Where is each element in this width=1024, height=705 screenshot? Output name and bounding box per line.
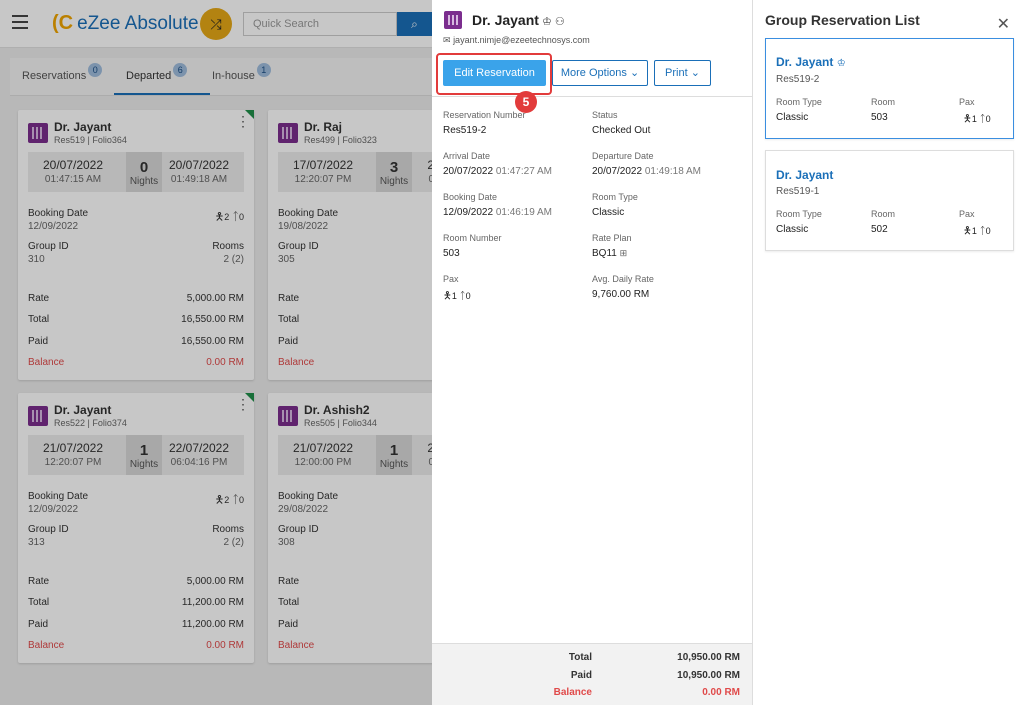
rate-plan-field: Rate Plan BQ11 ⊞ <box>592 233 632 259</box>
pax-count: 🯅1 ᛏ0 <box>963 226 991 237</box>
guest-email: ✉ jayant.nimje@ezeetechnosys.com <box>443 35 590 45</box>
package-icon[interactable]: ⊞ <box>620 248 628 258</box>
room-number: 502 <box>871 224 888 235</box>
adult-icon: 🯅 <box>443 291 452 302</box>
room-type-label: Room Type <box>776 209 822 219</box>
room-label: Room <box>871 209 896 219</box>
booking-date-field: Booking Date 12/09/2022 01:46:19 AM <box>443 192 552 218</box>
pax-field: Pax 🯅1 ᛏ0 <box>443 274 471 302</box>
room-type: Classic <box>776 112 809 123</box>
pax-label: Pax <box>959 209 975 219</box>
highlight-box <box>436 53 552 95</box>
room-type: Classic <box>776 224 809 235</box>
print-button[interactable]: Print ⌄ <box>654 60 711 86</box>
group-reservation-card[interactable]: Dr. Jayant ♔ Res519-2 Room Type Room Pax… <box>765 38 1014 139</box>
user-badge-icon: ⚇ <box>554 16 565 28</box>
modal-backdrop[interactable] <box>0 0 432 705</box>
chevron-down-icon: ⌄ <box>690 67 700 79</box>
reservation-number-field: Reservation Number Res519-2 <box>443 110 526 136</box>
mail-icon: ✉ <box>443 35 451 45</box>
arrival-date-field: Arrival Date 20/07/2022 01:47:27 AM <box>443 151 552 177</box>
crown-icon: ♔ <box>836 58 846 69</box>
totals-footer: Total 10,950.00 RM Paid 10,950.00 RM Balan… <box>432 643 752 705</box>
guest-name[interactable]: Dr. Jayant ♔ <box>776 55 846 69</box>
pax-count: 🯅1 ᛏ0 <box>963 114 991 125</box>
pax-label: Pax <box>959 97 975 107</box>
group-list-title: Group Reservation List <box>765 12 920 28</box>
room-label: Room <box>871 97 896 107</box>
panel-header: Dr. Jayant ♔ ⚇ ✉ jayant.nimje@ezeetechnosy… <box>432 0 752 113</box>
group-reservation-card[interactable]: Dr. Jayant Res519-1 Room Type Room Pax C… <box>765 150 1014 251</box>
more-options-button[interactable]: More Options ⌄ <box>552 60 648 86</box>
departure-date-field: Departure Date 20/07/2022 01:49:18 AM <box>592 151 701 177</box>
room-type-field: Room Type Classic <box>592 192 638 218</box>
crown-icon: ♔ <box>541 16 552 28</box>
guest-name: Dr. Jayant ♔ ⚇ <box>472 12 565 28</box>
group-reservation-list: Group Reservation List ✕ Dr. Jayant ♔ Re… <box>752 0 1024 705</box>
adult-icon: 🯅 <box>963 226 972 237</box>
reservation-number: Res519-2 <box>776 74 820 85</box>
adr-field: Avg. Daily Rate 9,760.00 RM <box>592 274 654 300</box>
chevron-down-icon: ⌄ <box>629 67 640 79</box>
status-field: Status Checked Out <box>592 110 651 136</box>
close-icon[interactable]: ✕ <box>997 14 1010 34</box>
reservation-number: Res519-1 <box>776 186 820 197</box>
guest-name[interactable]: Dr. Jayant <box>776 168 833 182</box>
building-icon <box>444 11 462 29</box>
room-number-field: Room Number 503 <box>443 233 502 259</box>
adult-icon: 🯅 <box>963 114 972 125</box>
room-type-label: Room Type <box>776 97 822 107</box>
reservation-detail-panel: Dr. Jayant ♔ ⚇ ✉ jayant.nimje@ezeetechnosy… <box>432 0 752 705</box>
room-number: 503 <box>871 112 888 123</box>
